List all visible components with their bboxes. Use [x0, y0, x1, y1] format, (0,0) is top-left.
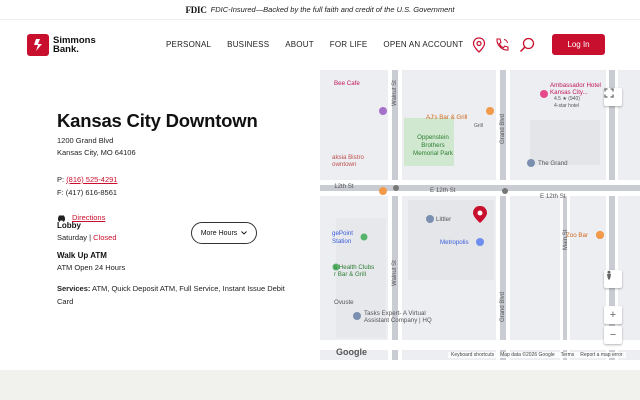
logo-line2: Bank.: [53, 44, 79, 55]
map-label-bee-cafe: Bee Cafe: [334, 80, 360, 87]
phone-icon[interactable]: [493, 36, 511, 54]
map-label-ambassador-type: 4-star hotel: [554, 103, 580, 109]
branch-title: Kansas City Downtown: [57, 110, 258, 131]
terms-link[interactable]: Terms: [561, 352, 575, 358]
services-label: Services:: [57, 284, 91, 293]
services: Services: ATM, Quick Deposit ATM, Full S…: [57, 282, 297, 308]
fax-number: (417) 616-8561: [65, 188, 118, 197]
fdic-logo: FDIC: [185, 4, 207, 15]
nav-about[interactable]: ABOUT: [285, 40, 314, 49]
report-map-error-link[interactable]: Report a map error: [580, 352, 622, 358]
nav-open-account[interactable]: OPEN AN ACCOUNT: [383, 40, 463, 49]
map-label-main-st: Main St: [563, 229, 569, 250]
map-label-station: gePoint Station: [332, 230, 353, 245]
pegman-button[interactable]: [604, 270, 622, 288]
map-label-w12th: 12th St: [334, 183, 354, 190]
keyboard-shortcuts-link[interactable]: Keyboard shortcuts: [451, 352, 494, 358]
chevron-down-icon: [241, 231, 248, 235]
map-data-text: Map data ©2026 Google: [500, 352, 555, 358]
lobby-separator: |: [89, 233, 92, 242]
nav-personal[interactable]: PERSONAL: [166, 40, 211, 49]
simmons-logo[interactable]: Simmons Bank.: [27, 34, 96, 56]
phone-row: P: (816) 525-4291: [57, 173, 307, 186]
map-label-ajs: AJ's Bar & Grill: [426, 114, 468, 121]
map-label-e12th-2: E 12th St: [540, 193, 566, 200]
map-label-bistro: aksia Bistro: [332, 154, 364, 161]
simmons-logo-text: Simmons Bank.: [53, 36, 96, 55]
fdic-text: FDIC-Insured—Backed by the full faith an…: [210, 5, 455, 14]
map-footer: Keyboard shortcuts Map data ©2026 Google…: [448, 352, 626, 358]
more-hours-label: More Hours: [200, 229, 238, 237]
search-icon[interactable]: [518, 36, 536, 54]
fax-prefix: F:: [57, 188, 64, 197]
map-label-e12th-1: E 12th St: [430, 187, 456, 194]
nav-business[interactable]: BUSINESS: [227, 40, 269, 49]
nav-for-life[interactable]: FOR LIFE: [330, 40, 368, 49]
simmons-logo-mark: [27, 34, 49, 56]
lobby-day: Saturday: [57, 233, 88, 242]
branch-address: 1200 Grand Blvd Kansas City, MO 64106: [57, 135, 307, 159]
map-label-grand-blvd-2: Grand Blvd: [500, 291, 506, 322]
fax-row: F: (417) 616-8561: [57, 186, 307, 199]
walkup-title: Walk Up ATM: [57, 251, 107, 260]
address-line1: 1200 Grand Blvd: [57, 136, 114, 145]
lobby-status: Closed: [93, 233, 117, 242]
map-label-ambassador-rating: 4.5 ★ (940): [554, 96, 580, 102]
map-label-bistro-2: owntown: [332, 161, 357, 168]
fdic-banner: FDIC FDIC-Insured—Backed by the full fai…: [0, 0, 640, 20]
map-label-tasks: Tasks Expert- A Virtual Assistant Compan…: [364, 310, 432, 324]
phone-block: P: (816) 525-4291 F: (417) 616-8561: [57, 173, 307, 199]
map-label-ajs-sub: Grill: [474, 123, 483, 129]
phone-link[interactable]: (816) 525-4291: [66, 175, 117, 184]
services-text: ATM, Quick Deposit ATM, Full Service, In…: [57, 284, 285, 306]
walkup-atm: Walk Up ATM ATM Open 24 Hours: [57, 251, 297, 272]
location-map[interactable]: Bee Cafe Ambassador Hotel Kansas City...…: [320, 70, 640, 360]
google-logo: Google: [336, 347, 367, 357]
walkup-hours: ATM Open 24 Hours: [57, 263, 126, 272]
map-label-metropolis: Metropolis: [440, 239, 469, 246]
site-header: Simmons Bank. PERSONAL BUSINESS ABOUT FO…: [0, 20, 640, 70]
fullscreen-icon: [604, 88, 614, 98]
login-button[interactable]: Log In: [552, 34, 605, 55]
map-label-zoo-bar: Zoo Bar: [566, 232, 589, 239]
zoom-in-button[interactable]: +: [604, 306, 622, 324]
location-pin-icon[interactable]: [470, 36, 488, 54]
street-view-icon: [607, 270, 611, 280]
map-label-grand-blvd-1: Grand Blvd: [500, 113, 506, 144]
more-hours-button[interactable]: More Hours: [191, 222, 257, 244]
branch-info: Kansas City Downtown 1200 Grand Blvd Kan…: [57, 110, 307, 306]
map-label-littler: Littler: [436, 216, 452, 223]
map-label-the-grand: The Grand: [538, 160, 568, 167]
zoom-out-button[interactable]: −: [604, 326, 622, 344]
map-label-walnut-st-1: Walnut St: [392, 80, 398, 106]
map-label-health-2: r Bar & Grill: [334, 271, 366, 278]
footer-band: [0, 370, 640, 400]
map-label-health: s Health Clubs: [334, 264, 375, 271]
main-nav: PERSONAL BUSINESS ABOUT FOR LIFE OPEN AN…: [166, 40, 479, 49]
phone-prefix: P:: [57, 175, 65, 184]
fullscreen-button[interactable]: [604, 88, 622, 106]
map-label-ovuste: Ovuste: [334, 299, 354, 306]
address-line2: Kansas City, MO 64106: [57, 148, 136, 157]
map-label-park: Oppenstein Brothers Memorial Park: [413, 134, 453, 157]
map-label-walnut-st-2: Walnut St: [392, 260, 398, 286]
